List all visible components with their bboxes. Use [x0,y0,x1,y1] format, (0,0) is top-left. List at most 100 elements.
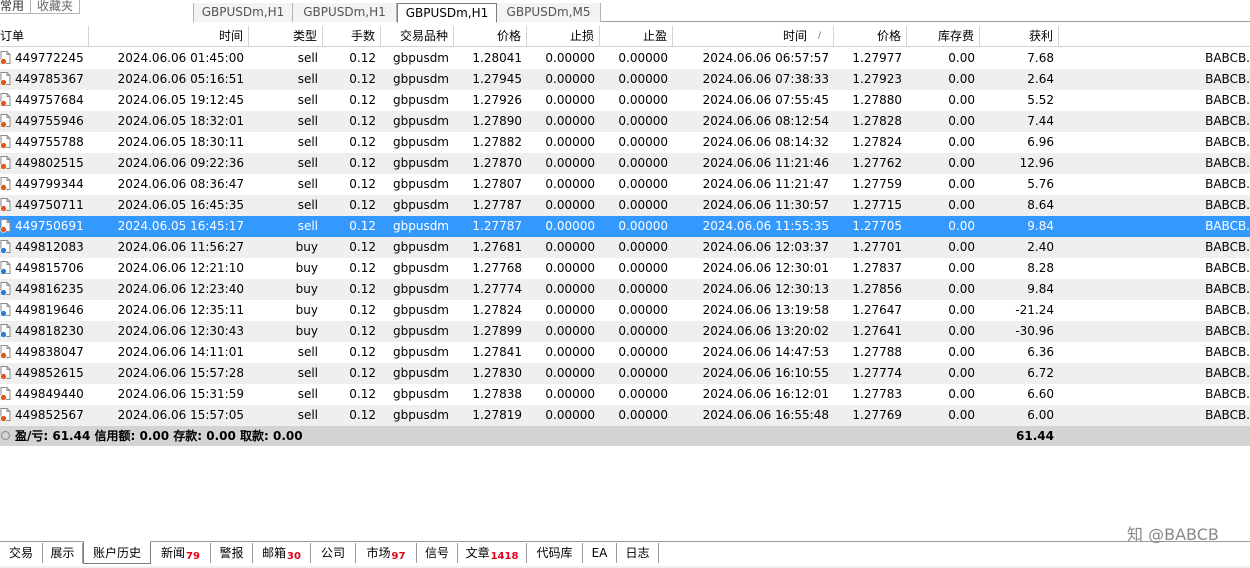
cell-lots: 0.12 [349,219,376,233]
col-open-time[interactable]: 时间 [89,26,249,47]
cell-type: sell [297,366,318,380]
table-row[interactable]: 449818230 2024.06.06 12:30:43 buy 0.12 gbpus… [0,321,1250,342]
cell-symbol: gbpusdm [392,177,449,191]
cell-ticket: 449750691 [0,216,89,237]
tab-12[interactable]: EA [583,543,617,563]
cell-profit: 7.44 [1027,114,1054,128]
col-ticket[interactable]: 订单 [0,26,89,47]
tab-label: 邮箱 [262,546,287,560]
tab-5[interactable]: 警报 [211,543,253,563]
buy-order-icon [0,240,11,254]
table-row[interactable]: 449838047 2024.06.06 14:11:01 sell 0.12 gbpu… [0,342,1250,363]
table-row[interactable]: 449802515 2024.06.06 09:22:36 sell 0.12 gbpu… [0,153,1250,174]
cell-comment: BABCB. [1205,51,1250,65]
cell-open-price: 1.27890 [472,114,522,128]
tab-6[interactable]: 邮箱30 [253,543,311,563]
table-row[interactable]: 449772245 2024.06.06 01:45:00 sell 0.12 gbpu… [0,48,1250,69]
cell-close-price: 1.27715 [852,198,902,212]
ticket-number: 449819646 [15,303,84,317]
table-row[interactable]: 449757684 2024.06.05 19:12:45 sell 0.12 gbpu… [0,90,1250,111]
cell-lots: 0.12 [349,324,376,338]
chart-tab-2[interactable]: GBPUSDm,H1 [293,3,397,22]
cell-profit: 9.84 [1027,282,1054,296]
sell-order-icon [0,198,11,212]
table-row[interactable]: 449755946 2024.06.05 18:32:01 sell 0.12 gbpu… [0,111,1250,132]
tab-10[interactable]: 文章1418 [458,543,527,563]
cell-close-price: 1.27856 [852,282,902,296]
cell-open-price: 1.28041 [472,51,522,65]
col-lots[interactable]: 手数 [323,26,381,47]
cell-swap: 0.00 [948,51,975,65]
table-row[interactable]: 449816235 2024.06.06 12:23:40 buy 0.12 gbpus… [0,279,1250,300]
table-row[interactable]: 449799344 2024.06.06 08:36:47 sell 0.12 gbpu… [0,174,1250,195]
tab-common[interactable]: 常用 [0,0,32,14]
tab-label: 新闻 [161,546,186,560]
tab-favorites[interactable]: 收藏夹 [31,0,81,14]
cell-swap: 0.00 [948,177,975,191]
cell-swap: 0.00 [948,72,975,86]
table-row[interactable]: 449815706 2024.06.06 12:21:10 buy 0.12 gbpus… [0,258,1250,279]
tab-3[interactable]: 账户历史 [83,541,151,564]
tab-label: 文章 [465,546,490,560]
chart-tab-3-active[interactable]: GBPUSDm,H1 [397,3,497,23]
table-row[interactable]: 449849440 2024.06.06 15:31:59 sell 0.12 gbpu… [0,384,1250,405]
col-symbol[interactable]: 交易品种 [381,26,454,47]
tab-11[interactable]: 代码库 [527,543,583,563]
table-row[interactable]: 449819646 2024.06.06 12:35:11 buy 0.12 gbpus… [0,300,1250,321]
cell-tp: 0.00000 [618,156,668,170]
tab-8[interactable]: 市场97 [356,543,417,563]
cell-profit: 6.60 [1027,387,1054,401]
cell-comment: BABCB. [1205,156,1250,170]
cell-symbol: gbpusdm [392,303,449,317]
cell-type: sell [297,177,318,191]
tab-9[interactable]: 信号 [417,543,458,563]
cell-profit: 8.28 [1027,261,1054,275]
tab-7[interactable]: 公司 [311,543,356,563]
cell-swap: 0.00 [948,366,975,380]
table-row[interactable]: 449852615 2024.06.06 15:57:28 sell 0.12 gbpu… [0,363,1250,384]
sell-order-icon [0,135,11,149]
col-swap[interactable]: 库存费 [907,26,980,47]
summary-total-profit: 61.44 [1016,429,1054,443]
summary-icon [1,431,10,440]
ticket-number: 449838047 [15,345,84,359]
tab-label: 日志 [625,546,650,560]
col-close-price[interactable]: 价格 [834,26,907,47]
col-open-price[interactable]: 价格 [454,26,527,47]
tab-label: 信号 [424,546,449,560]
cell-type: buy [295,240,318,254]
table-row[interactable]: 449750711 2024.06.05 16:45:35 sell 0.12 gbpu… [0,195,1250,216]
col-type[interactable]: 类型 [249,26,323,47]
col-sl[interactable]: 止损 [527,26,600,47]
table-row[interactable]: 449785367 2024.06.06 05:16:51 sell 0.12 gbpu… [0,69,1250,90]
col-tp[interactable]: 止盈 [600,26,673,47]
cell-swap: 0.00 [948,282,975,296]
cell-symbol: gbpusdm [392,135,449,149]
tab-1[interactable]: 交易 [0,543,43,563]
table-row[interactable]: 449750691 2024.06.05 16:45:17 sell 0.12 gbpu… [0,216,1250,237]
cell-close-price: 1.27837 [852,261,902,275]
cell-open-price: 1.27681 [472,240,522,254]
ticket-number: 449849440 [15,387,84,401]
cell-lots: 0.12 [349,282,376,296]
cell-symbol: gbpusdm [392,345,449,359]
cell-close-time: 2024.06.06 08:12:54 [702,114,829,128]
col-comment[interactable] [1059,26,1250,47]
ticket-number: 449785367 [15,72,84,86]
tab-4[interactable]: 新闻79 [151,543,211,563]
tab-2[interactable]: 展示 [43,543,83,563]
cell-symbol: gbpusdm [392,156,449,170]
sell-order-icon [0,51,11,65]
table-row[interactable]: 449755788 2024.06.05 18:30:11 sell 0.12 gbpu… [0,132,1250,153]
summary-row: 盈/亏: 61.44 信用额: 0.00 存款: 0.00 取款: 0.00 61… [0,426,1250,446]
col-profit[interactable]: 获利 [980,26,1059,47]
cell-lots: 0.12 [349,366,376,380]
table-row[interactable]: 449852567 2024.06.06 15:57:05 sell 0.12 gbpu… [0,405,1250,426]
col-close-time[interactable]: 时间 / [673,26,834,47]
tab-13[interactable]: 日志 [617,543,659,563]
chart-tab-4[interactable]: GBPUSDm,M5 [497,3,601,22]
cell-ticket: 449757684 [0,90,89,111]
cell-ticket: 449772245 [0,48,89,69]
chart-tab-1[interactable]: GBPUSDm,H1 [193,3,293,22]
table-row[interactable]: 449812083 2024.06.06 11:56:27 buy 0.12 gbpus… [0,237,1250,258]
